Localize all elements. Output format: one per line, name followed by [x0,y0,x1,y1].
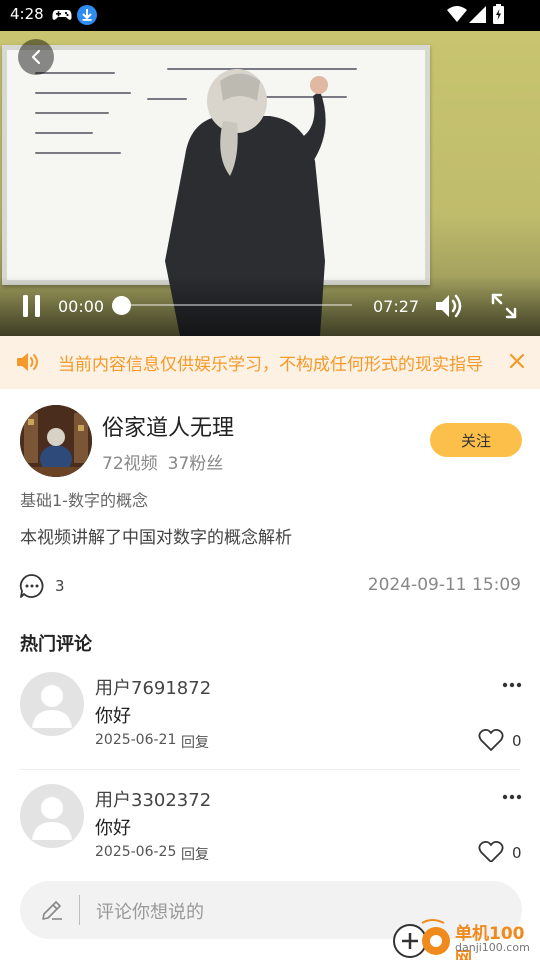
watermark-logo [393,919,450,958]
video-title: 基础1-数字的概念 [20,491,148,510]
comment-divider [20,769,520,770]
back-button[interactable] [18,39,54,75]
like-count: 0 [512,844,522,862]
video-player[interactable]: 00:00 07:27 [0,31,540,336]
input-separator [79,895,80,925]
close-icon[interactable] [509,353,525,369]
reply-button[interactable]: 回复 [181,732,209,752]
more-icon[interactable] [502,794,522,800]
fullscreen-icon[interactable] [490,292,518,320]
comment-item: 用户7691872 你好 2025-06-21 回复 0 [0,672,540,772]
author-stats: 72视频 37粉丝 [102,449,233,474]
comment-item: 用户3302372 你好 2025-06-25 回复 0 [0,784,540,862]
current-time: 00:00 [58,297,105,316]
wifi-icon [447,6,467,22]
progress-track[interactable] [122,304,352,306]
default-avatar-icon [32,797,72,840]
default-avatar-icon [32,685,72,728]
comment-icon[interactable] [19,573,45,599]
author-avatar-image [20,405,92,477]
status-time: 4:28 [10,5,44,23]
like-heart-icon[interactable] [478,728,504,752]
comment-date: 2025-06-21 [95,732,177,748]
notice-text: 当前内容信息仅供娱乐学习，不构成任何形式的现实指导 [58,355,483,375]
gamepad-icon [52,10,72,20]
video-meta-row: 3 2024-09-11 15:09 [0,570,540,602]
back-icon [31,49,41,65]
video-description: 本视频讲解了中国对数字的概念解析 [20,528,292,548]
comment-text: 你好 [95,706,131,727]
hot-comments-title: 热门评论 [20,634,92,655]
volume-icon[interactable] [434,292,464,320]
download-icon [77,5,97,25]
comment-user[interactable]: 用户7691872 [95,674,211,700]
author-name[interactable]: 俗家道人无理 [102,410,234,442]
pause-icon[interactable] [21,294,43,318]
duration: 07:27 [373,297,420,316]
disclaimer-notice: 当前内容信息仅供娱乐学习，不构成任何形式的现实指导 [0,336,540,389]
comment-input-placeholder[interactable]: 评论你想说的 [96,898,204,924]
like-heart-icon[interactable] [478,840,504,862]
comment-date: 2025-06-25 [95,844,177,860]
signal-icon [469,6,486,23]
comment-text: 你好 [95,818,131,839]
follow-button[interactable]: 关注 [430,423,522,457]
speaker-icon [17,353,38,371]
pen-icon [42,901,62,920]
author-fan-count: 37粉丝 [167,454,224,474]
comment-user[interactable]: 用户3302372 [95,786,211,812]
more-icon[interactable] [502,682,522,688]
author-avatar[interactable] [20,405,92,477]
status-bar: 4:28 [0,0,540,31]
like-count: 0 [512,732,522,750]
seek-thumb[interactable] [112,296,131,315]
comment-avatar[interactable] [20,784,84,848]
watermark: 单机100网 danji100.com [392,917,540,960]
comment-count: 3 [55,577,65,595]
watermark-domain: danji100.com [455,941,530,954]
reply-button[interactable]: 回复 [181,844,209,862]
battery-icon [493,4,504,24]
comment-avatar[interactable] [20,672,84,736]
author-video-count: 72视频 [102,454,158,474]
publish-date: 2024-09-11 15:09 [367,575,521,595]
